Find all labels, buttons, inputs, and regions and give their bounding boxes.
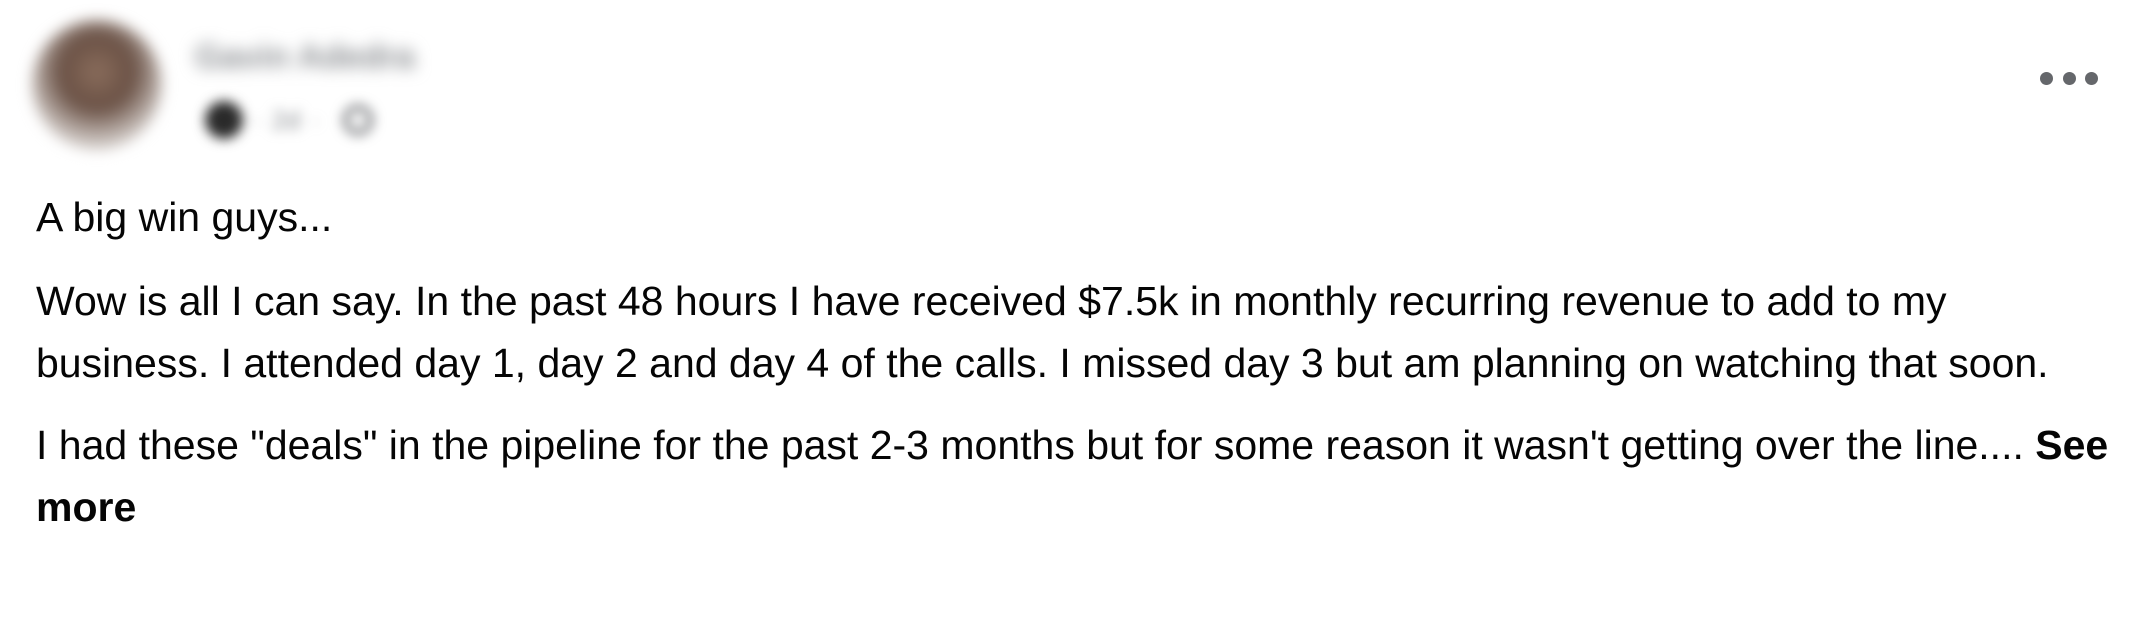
more-horizontal-icon: [2085, 71, 2098, 85]
post-paragraph: I had these "deals" in the pipeline for …: [36, 414, 2116, 538]
feed-post: Gavin Adedra · 2d · A big win guys... Wo…: [0, 0, 2146, 632]
more-horizontal-icon: [2040, 71, 2053, 85]
post-body: A big win guys... Wow is all I can say. …: [36, 186, 2116, 558]
post-paragraph: Wow is all I can say. In the past 48 hou…: [36, 278, 2049, 386]
author-avatar[interactable]: [32, 20, 162, 150]
group-badge-icon: [205, 101, 243, 139]
post-timestamp[interactable]: 2d: [272, 105, 301, 136]
post-paragraph-text: I had these "deals" in the pipeline for …: [36, 422, 2024, 468]
more-options-button[interactable]: [2040, 60, 2098, 96]
meta-separator: ·: [253, 104, 262, 135]
post-paragraph: A big win guys...: [36, 194, 333, 240]
more-horizontal-icon: [2062, 71, 2076, 85]
meta-separator: ·: [310, 104, 320, 135]
author-name[interactable]: Gavin Adedra: [195, 38, 415, 76]
post-meta: · 2d ·: [205, 100, 374, 140]
globe-icon: [343, 105, 374, 135]
